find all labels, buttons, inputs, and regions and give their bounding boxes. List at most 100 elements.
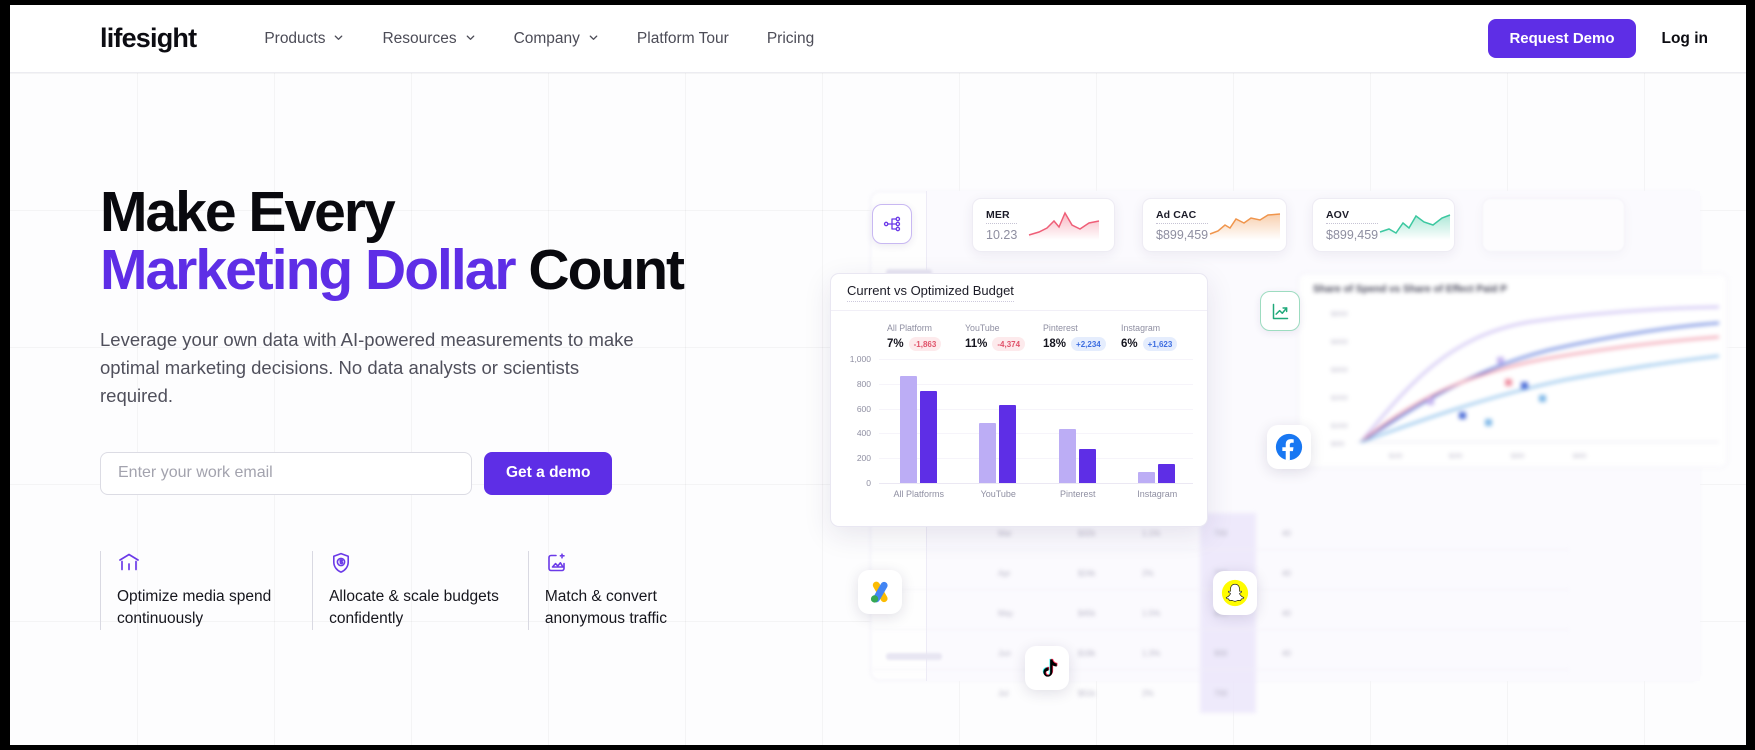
sparkline-chart xyxy=(1378,209,1452,241)
svg-text:$2000: $2000 xyxy=(1331,396,1348,402)
gridline xyxy=(879,483,1193,484)
chart-metric-row: All Platform 7% -1,863 YouTube 11% -4,37… xyxy=(831,311,1207,351)
gridline xyxy=(879,359,1193,360)
nav-actions: Request Demo Log in xyxy=(1488,19,1708,58)
email-field[interactable] xyxy=(100,451,472,495)
current-vs-optimized-budget-card: Current vs Optimized Budget All Platform… xyxy=(830,273,1208,527)
chart-metric-youtube: YouTube 11% -4,374 xyxy=(965,323,1043,351)
y-axis-tick: 600 xyxy=(856,403,871,414)
nav-item-company[interactable]: Company xyxy=(514,30,599,48)
trend-up-icon[interactable] xyxy=(1260,291,1300,331)
feature-item-optimize-media-spend: Optimize media spend continuously xyxy=(100,550,312,630)
share-of-spend-chart-card: Share of Spend vs Share of Effect Paid P… xyxy=(1298,273,1728,468)
nav-item-platform-tour[interactable]: Platform Tour xyxy=(637,30,729,48)
browser-viewport: lifesight Products Resources Company Pla… xyxy=(10,5,1746,745)
metric-card-ad-cac[interactable]: Ad CAC $899,459 xyxy=(1142,198,1287,252)
hero-content: Make Every Marketing Dollar Count Levera… xyxy=(100,183,740,630)
y-axis: 0 200 400 600 800 1,000 xyxy=(841,354,875,488)
metric-card-label: MER xyxy=(986,209,1018,224)
svg-text:$200: $200 xyxy=(1449,454,1463,460)
share-nodes-icon[interactable] xyxy=(872,204,912,244)
chart-metric-pinterest: Pinterest 18% +2,234 xyxy=(1043,323,1121,351)
get-a-demo-button[interactable]: Get a demo xyxy=(484,451,613,495)
primary-nav: Products Resources Company Platform Tour xyxy=(264,30,814,48)
metric-percent: 6% xyxy=(1121,338,1138,350)
facebook-icon xyxy=(1267,425,1311,469)
metric-delta-badge: -4,374 xyxy=(992,337,1026,351)
x-axis-tick: YouTube xyxy=(980,489,1016,499)
metric-name: YouTube xyxy=(965,323,1000,333)
email-signup-form: Get a demo xyxy=(100,451,740,495)
login-link[interactable]: Log in xyxy=(1662,30,1709,48)
headline-line-2-rest: Count xyxy=(514,238,685,303)
x-axis-tick: Pinterest xyxy=(1059,489,1096,499)
bar-group xyxy=(899,376,937,483)
svg-text:$4000: $4000 xyxy=(1331,340,1348,346)
snapchat-icon xyxy=(1213,571,1257,615)
bar-group xyxy=(979,405,1017,483)
svg-text:$3000: $3000 xyxy=(1331,368,1348,374)
request-demo-button[interactable]: Request Demo xyxy=(1488,19,1636,58)
metric-card-label: Ad CAC xyxy=(1156,209,1209,224)
metric-name: All Platform xyxy=(887,323,932,333)
metric-delta-badge: +1,623 xyxy=(1142,337,1178,351)
metric-percent: 7% xyxy=(887,338,904,350)
svg-text:$000: $000 xyxy=(1331,442,1345,448)
svg-text:$300: $300 xyxy=(1511,454,1525,460)
metric-card-partial[interactable] xyxy=(1482,198,1625,252)
feature-item-label: Optimize media spend continuously xyxy=(117,587,272,627)
feature-item-label: Match & convert anonymous traffic xyxy=(544,587,667,627)
response-curves-chart: $5000 $4000 $3000 $2000 $1000 $000 $100 $200 $… xyxy=(1331,306,1720,460)
metric-card-label: AOV xyxy=(1326,209,1379,224)
nav-item-label: Resources xyxy=(382,29,457,47)
feature-item-match-convert-traffic: Match & convert anonymous traffic xyxy=(527,550,740,630)
chart-metric-all-platform: All Platform 7% -1,863 xyxy=(887,323,965,351)
bar xyxy=(1078,449,1096,483)
nav-item-label: Pricing xyxy=(766,29,815,47)
svg-text:$1000: $1000 xyxy=(1331,424,1348,430)
chevron-down-icon xyxy=(333,32,344,43)
chart-title: Current vs Optimized Budget xyxy=(847,283,1014,302)
dashboard-collage: MER 10.23 Ad CAC $899,459 AOV $899,459 S… xyxy=(830,73,1746,745)
y-axis-tick: 200 xyxy=(856,453,871,464)
site-navbar: lifesight Products Resources Company Pla… xyxy=(10,5,1746,73)
nav-item-resources[interactable]: Resources xyxy=(382,30,475,48)
x-axis-tick: Instagram xyxy=(1137,489,1178,499)
nav-item-pricing[interactable]: Pricing xyxy=(767,30,814,48)
hero-section: Make Every Marketing Dollar Count Levera… xyxy=(10,73,1746,745)
sparkline-chart xyxy=(1027,209,1101,241)
hero-subtitle: Leverage your own data with AI-powered m… xyxy=(100,329,634,407)
chart-metric-instagram: Instagram 6% +1,623 xyxy=(1121,323,1199,351)
y-axis-tick: 0 xyxy=(866,478,871,488)
google-ads-icon xyxy=(858,570,902,614)
x-axis: All Platforms YouTube Pinterest Instagram xyxy=(879,489,1193,503)
chevron-down-icon xyxy=(588,32,599,43)
nav-item-label: Company xyxy=(513,29,580,47)
bar xyxy=(1158,464,1176,483)
bar xyxy=(1058,429,1076,483)
x-axis-tick: All Platforms xyxy=(893,489,945,499)
y-axis-tick: 800 xyxy=(856,378,871,389)
headline-accent: Marketing Dollar xyxy=(100,238,517,303)
headline-line-1: Make Every xyxy=(100,180,396,244)
chart-bars-icon xyxy=(117,551,312,575)
brand-logo[interactable]: lifesight xyxy=(100,23,197,54)
svg-text:$100: $100 xyxy=(1389,454,1403,460)
bar xyxy=(999,405,1017,483)
chevron-down-icon xyxy=(465,32,476,43)
nav-item-products[interactable]: Products xyxy=(264,30,344,48)
metric-percent: 18% xyxy=(1043,338,1067,350)
shield-dollar-icon xyxy=(329,551,528,575)
feature-list: Optimize media spend continuously Alloca… xyxy=(100,550,740,630)
metric-percent: 11% xyxy=(965,338,988,350)
y-axis-tick: 400 xyxy=(856,428,871,439)
chart-card-header: Current vs Optimized Budget xyxy=(831,274,1207,311)
metric-name: Pinterest xyxy=(1043,323,1078,333)
metric-name: Instagram xyxy=(1121,323,1161,333)
metric-card-mer[interactable]: MER 10.23 xyxy=(972,198,1115,252)
metric-card-value: $899,459 xyxy=(1326,227,1379,242)
bar-group xyxy=(1138,464,1176,483)
metric-card-aov[interactable]: AOV $899,459 xyxy=(1312,198,1455,252)
bar xyxy=(979,423,997,483)
plot-area xyxy=(879,359,1193,484)
